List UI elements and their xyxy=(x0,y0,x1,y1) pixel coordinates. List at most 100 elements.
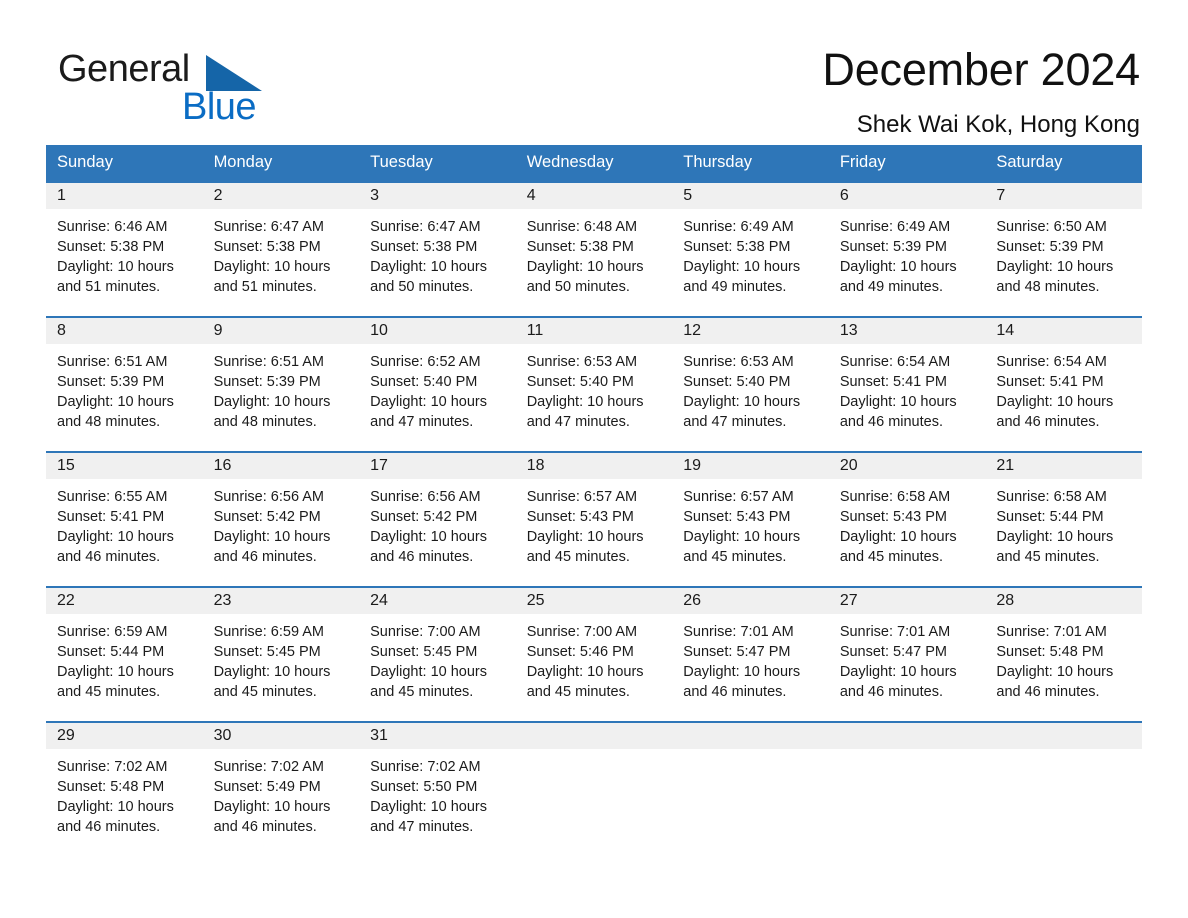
day-number xyxy=(672,723,829,749)
daylight-text-line2: and 46 minutes. xyxy=(213,549,317,565)
sunrise-text: Sunrise: 6:49 AM xyxy=(839,219,951,235)
daylight-text-line2: and 47 minutes. xyxy=(370,414,474,430)
calendar-day-cell[interactable]: 27 Sunrise: 7:01 AM Sunset: 5:47 PM Dayligh… xyxy=(828,586,986,722)
calendar-day-cell-empty xyxy=(515,721,673,857)
calendar-page: General Blue December 2024 Shek Wai Kok,… xyxy=(0,0,1188,918)
calendar-day-cell[interactable]: 31 Sunrise: 7:02 AM Sunset: 5:50 PM Dayligh… xyxy=(359,721,516,857)
logo-text-blue: Blue xyxy=(182,86,257,128)
calendar-day-cell[interactable]: 25 Sunrise: 7:00 AM Sunset: 5:46 PM Dayligh… xyxy=(515,586,673,722)
day-details: Sunrise: 6:56 AM Sunset: 5:42 PM Daylight:… xyxy=(203,479,360,567)
daylight-text-line2: and 46 minutes. xyxy=(57,819,161,835)
sunset-text: Sunset: 5:40 PM xyxy=(370,374,478,390)
calendar-day-cell[interactable]: 10 Sunrise: 6:52 AM Sunset: 5:40 PM Dayligh… xyxy=(359,316,516,452)
day-number: 28 xyxy=(985,588,1142,614)
sunset-text: Sunset: 5:40 PM xyxy=(683,374,791,390)
day-details: Sunrise: 7:01 AM Sunset: 5:47 PM Daylight:… xyxy=(829,614,986,702)
daylight-text-line2: and 49 minutes. xyxy=(683,279,787,295)
calendar-day-cell[interactable]: 6 Sunrise: 6:49 AM Sunset: 5:39 PM Daylight… xyxy=(828,181,986,317)
calendar-day-cell[interactable]: 29 Sunrise: 7:02 AM Sunset: 5:48 PM Dayligh… xyxy=(46,721,203,857)
calendar-day-cell[interactable]: 20 Sunrise: 6:58 AM Sunset: 5:43 PM Dayligh… xyxy=(828,451,986,587)
daylight-text-line1: Daylight: 10 hours xyxy=(526,394,644,410)
daylight-text-line1: Daylight: 10 hours xyxy=(57,394,174,410)
weekday-header-monday: Monday xyxy=(202,145,360,182)
day-number: 22 xyxy=(46,588,203,614)
calendar-day-cell[interactable]: 16 Sunrise: 6:56 AM Sunset: 5:42 PM Dayligh… xyxy=(202,451,360,587)
daylight-text-line1: Daylight: 10 hours xyxy=(839,529,957,545)
sunset-text: Sunset: 5:38 PM xyxy=(370,239,478,255)
day-number: 16 xyxy=(202,453,360,479)
daylight-text-line2: and 46 minutes. xyxy=(839,414,943,430)
sunset-text: Sunset: 5:48 PM xyxy=(996,644,1104,660)
day-number: 3 xyxy=(359,183,516,209)
calendar-day-cell[interactable]: 9 Sunrise: 6:51 AM Sunset: 5:39 PM Daylight… xyxy=(202,316,360,452)
calendar-day-cell[interactable]: 12 Sunrise: 6:53 AM Sunset: 5:40 PM Dayligh… xyxy=(672,316,829,452)
daylight-text-line2: and 45 minutes. xyxy=(57,684,161,700)
calendar-day-cell[interactable]: 8 Sunrise: 6:51 AM Sunset: 5:39 PM Daylight… xyxy=(46,316,203,452)
daylight-text-line2: and 48 minutes. xyxy=(57,414,161,430)
calendar-day-cell[interactable]: 4 Sunrise: 6:48 AM Sunset: 5:38 PM Daylight… xyxy=(515,181,673,317)
calendar-day-cell[interactable]: 30 Sunrise: 7:02 AM Sunset: 5:49 PM Dayligh… xyxy=(202,721,360,857)
day-details: Sunrise: 6:51 AM Sunset: 5:39 PM Daylight:… xyxy=(203,344,360,432)
sunrise-text: Sunrise: 6:53 AM xyxy=(526,354,638,370)
sunrise-text: Sunrise: 7:00 AM xyxy=(370,624,481,640)
sunset-text: Sunset: 5:38 PM xyxy=(526,239,634,255)
calendar-day-cell[interactable]: 3 Sunrise: 6:47 AM Sunset: 5:38 PM Daylight… xyxy=(359,181,516,317)
calendar-day-cell[interactable]: 24 Sunrise: 7:00 AM Sunset: 5:45 PM Dayligh… xyxy=(359,586,516,722)
calendar-day-cell[interactable]: 21 Sunrise: 6:58 AM Sunset: 5:44 PM Dayligh… xyxy=(985,451,1142,587)
sunset-text: Sunset: 5:46 PM xyxy=(526,644,634,660)
sunset-text: Sunset: 5:45 PM xyxy=(370,644,478,660)
day-number: 30 xyxy=(202,723,360,749)
sunrise-text: Sunrise: 7:01 AM xyxy=(839,624,951,640)
daylight-text-line2: and 45 minutes. xyxy=(526,684,630,700)
calendar-day-cell[interactable]: 13 Sunrise: 6:54 AM Sunset: 5:41 PM Dayligh… xyxy=(828,316,986,452)
daylight-text-line2: and 46 minutes. xyxy=(996,684,1100,700)
day-number: 19 xyxy=(672,453,829,479)
daylight-text-line1: Daylight: 10 hours xyxy=(996,394,1114,410)
daylight-text-line2: and 46 minutes. xyxy=(370,549,474,565)
calendar-day-cell[interactable]: 11 Sunrise: 6:53 AM Sunset: 5:40 PM Dayligh… xyxy=(515,316,673,452)
general-blue-logo[interactable]: General Blue xyxy=(58,44,308,128)
day-number: 2 xyxy=(202,183,360,209)
calendar-day-cell-empty xyxy=(828,721,986,857)
day-details: Sunrise: 6:54 AM Sunset: 5:41 PM Daylight:… xyxy=(829,344,986,432)
weekday-header-thursday: Thursday xyxy=(672,145,829,182)
sunrise-text: Sunrise: 6:49 AM xyxy=(683,219,794,235)
calendar-day-cell[interactable]: 22 Sunrise: 6:59 AM Sunset: 5:44 PM Dayligh… xyxy=(46,586,203,722)
sunset-text: Sunset: 5:44 PM xyxy=(57,644,165,660)
day-number: 5 xyxy=(672,183,829,209)
day-details: Sunrise: 7:02 AM Sunset: 5:50 PM Daylight:… xyxy=(359,749,516,837)
day-details: Sunrise: 6:58 AM Sunset: 5:44 PM Daylight:… xyxy=(985,479,1142,567)
daylight-text-line1: Daylight: 10 hours xyxy=(370,259,487,275)
calendar-day-cell[interactable]: 1 Sunrise: 6:46 AM Sunset: 5:38 PM Daylight… xyxy=(46,181,203,317)
calendar-day-cell[interactable]: 2 Sunrise: 6:47 AM Sunset: 5:38 PM Daylight… xyxy=(202,181,360,317)
calendar-day-cell[interactable]: 28 Sunrise: 7:01 AM Sunset: 5:48 PM Dayligh… xyxy=(985,586,1142,722)
calendar-day-cell[interactable]: 17 Sunrise: 6:56 AM Sunset: 5:42 PM Dayligh… xyxy=(359,451,516,587)
sunset-text: Sunset: 5:38 PM xyxy=(213,239,321,255)
calendar-day-cell[interactable]: 15 Sunrise: 6:55 AM Sunset: 5:41 PM Dayligh… xyxy=(46,451,203,587)
calendar-day-cell[interactable]: 7 Sunrise: 6:50 AM Sunset: 5:39 PM Daylight… xyxy=(985,181,1142,317)
calendar-day-cell[interactable]: 23 Sunrise: 6:59 AM Sunset: 5:45 PM Dayligh… xyxy=(202,586,360,722)
daylight-text-line1: Daylight: 10 hours xyxy=(213,394,331,410)
calendar-body: 1 Sunrise: 6:46 AM Sunset: 5:38 PM Daylight… xyxy=(46,181,1142,857)
calendar-day-cell[interactable]: 14 Sunrise: 6:54 AM Sunset: 5:41 PM Dayligh… xyxy=(985,316,1142,452)
daylight-text-line1: Daylight: 10 hours xyxy=(839,259,957,275)
day-details: Sunrise: 6:52 AM Sunset: 5:40 PM Daylight:… xyxy=(359,344,516,432)
calendar-day-cell[interactable]: 5 Sunrise: 6:49 AM Sunset: 5:38 PM Daylight… xyxy=(672,181,829,317)
daylight-text-line2: and 46 minutes. xyxy=(839,684,943,700)
daylight-text-line1: Daylight: 10 hours xyxy=(839,664,957,680)
sunset-text: Sunset: 5:43 PM xyxy=(839,509,948,525)
day-details: Sunrise: 7:02 AM Sunset: 5:49 PM Daylight:… xyxy=(203,749,360,837)
day-number xyxy=(828,723,986,749)
sunrise-text: Sunrise: 6:51 AM xyxy=(213,354,324,370)
calendar-day-cell[interactable]: 19 Sunrise: 6:57 AM Sunset: 5:43 PM Dayligh… xyxy=(672,451,829,587)
day-number: 31 xyxy=(359,723,516,749)
day-details: Sunrise: 6:47 AM Sunset: 5:38 PM Daylight:… xyxy=(359,209,516,297)
sunset-text: Sunset: 5:47 PM xyxy=(683,644,791,660)
daylight-text-line1: Daylight: 10 hours xyxy=(839,394,957,410)
sunrise-text: Sunrise: 6:59 AM xyxy=(57,624,168,640)
day-details: Sunrise: 6:49 AM Sunset: 5:39 PM Daylight:… xyxy=(829,209,986,297)
calendar-day-cell[interactable]: 18 Sunrise: 6:57 AM Sunset: 5:43 PM Dayligh… xyxy=(515,451,673,587)
calendar-week-row: 15 Sunrise: 6:55 AM Sunset: 5:41 PM Dayligh… xyxy=(46,451,1142,587)
calendar-day-cell[interactable]: 26 Sunrise: 7:01 AM Sunset: 5:47 PM Dayligh… xyxy=(672,586,829,722)
daylight-text-line2: and 51 minutes. xyxy=(57,279,161,295)
